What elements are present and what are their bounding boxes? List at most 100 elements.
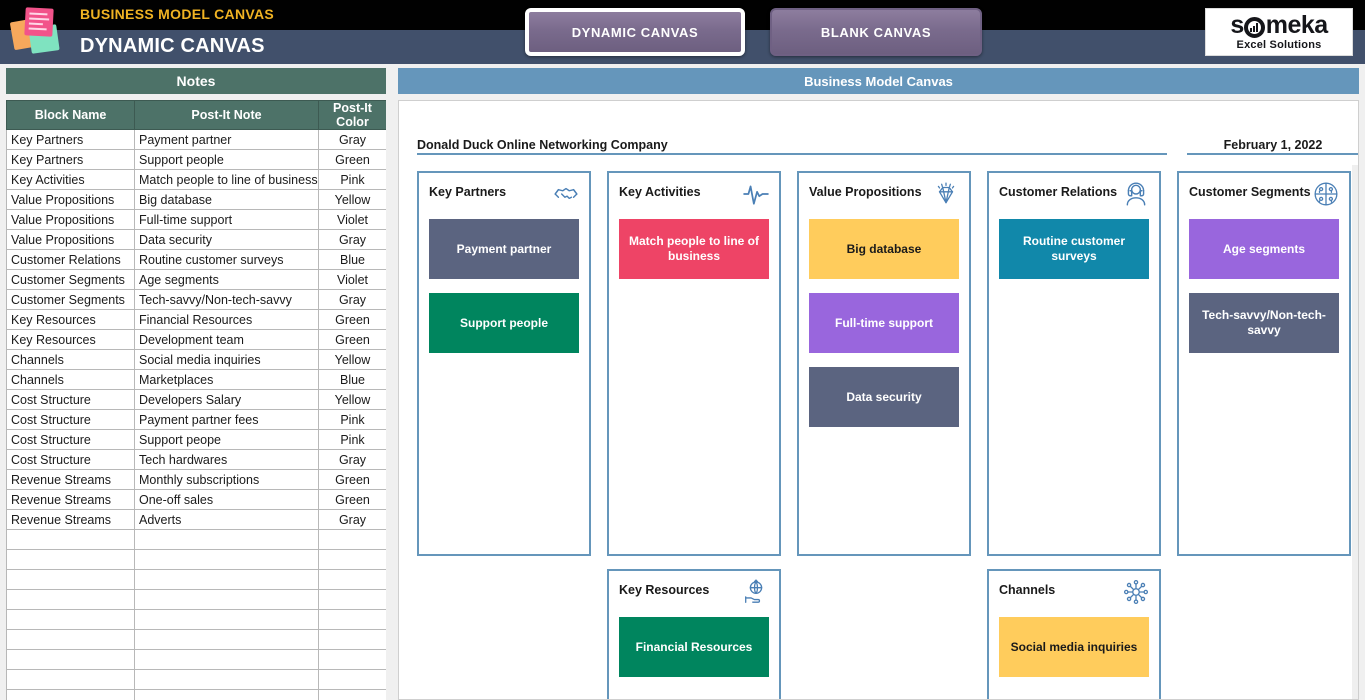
post-it-note[interactable]: Payment partner bbox=[429, 219, 579, 279]
cell-block-name[interactable]: Value Propositions bbox=[6, 189, 135, 210]
cell-post-it-note[interactable] bbox=[134, 549, 319, 570]
cell-post-it-color[interactable] bbox=[318, 549, 386, 570]
table-row[interactable] bbox=[6, 669, 386, 690]
company-name-field[interactable]: Donald Duck Online Networking Company bbox=[417, 133, 1167, 155]
table-row[interactable] bbox=[6, 549, 386, 570]
cell-post-it-note[interactable]: Support people bbox=[134, 149, 319, 170]
table-row[interactable]: Key Resources Financial Resources Green bbox=[6, 309, 386, 330]
post-it-note[interactable]: Financial Resources bbox=[619, 617, 769, 677]
post-it-note[interactable]: Big database bbox=[809, 219, 959, 279]
cell-post-it-color[interactable] bbox=[318, 529, 386, 550]
table-row[interactable]: Cost Structure Developers Salary Yellow bbox=[6, 389, 386, 410]
table-row[interactable] bbox=[6, 689, 386, 700]
cell-post-it-color[interactable]: Green bbox=[318, 469, 386, 490]
table-row[interactable]: Channels Marketplaces Blue bbox=[6, 369, 386, 390]
table-row[interactable]: Value Propositions Full-time support Viole… bbox=[6, 209, 386, 230]
cell-post-it-color[interactable] bbox=[318, 589, 386, 610]
table-row[interactable]: Key Partners Support people Green bbox=[6, 149, 386, 170]
cell-block-name[interactable] bbox=[6, 669, 135, 690]
cell-post-it-color[interactable]: Pink bbox=[318, 429, 386, 450]
cell-post-it-note[interactable]: Developers Salary bbox=[134, 389, 319, 410]
cell-post-it-color[interactable]: Pink bbox=[318, 169, 386, 190]
cell-post-it-color[interactable]: Gray bbox=[318, 449, 386, 470]
cell-post-it-note[interactable] bbox=[134, 589, 319, 610]
canvas-date-field[interactable]: February 1, 2022 bbox=[1187, 133, 1358, 155]
cell-post-it-color[interactable] bbox=[318, 629, 386, 650]
cell-post-it-color[interactable]: Yellow bbox=[318, 189, 386, 210]
cell-block-name[interactable]: Customer Segments bbox=[6, 289, 135, 310]
post-it-note[interactable]: Age segments bbox=[1189, 219, 1339, 279]
table-row[interactable]: Key Partners Payment partner Gray bbox=[6, 129, 386, 150]
cell-block-name[interactable]: Revenue Streams bbox=[6, 469, 135, 490]
cell-block-name[interactable]: Cost Structure bbox=[6, 409, 135, 430]
cell-block-name[interactable]: Value Propositions bbox=[6, 229, 135, 250]
cell-post-it-note[interactable]: Adverts bbox=[134, 509, 319, 530]
table-row[interactable] bbox=[6, 629, 386, 650]
cell-block-name[interactable] bbox=[6, 609, 135, 630]
cell-post-it-color[interactable]: Green bbox=[318, 489, 386, 510]
cell-post-it-note[interactable] bbox=[134, 669, 319, 690]
cell-block-name[interactable]: Cost Structure bbox=[6, 449, 135, 470]
table-row[interactable]: Revenue Streams One-off sales Green bbox=[6, 489, 386, 510]
post-it-note[interactable]: Social media inquiries bbox=[999, 617, 1149, 677]
cell-block-name[interactable]: Key Resources bbox=[6, 309, 135, 330]
cell-block-name[interactable] bbox=[6, 689, 135, 700]
cell-block-name[interactable]: Key Resources bbox=[6, 329, 135, 350]
cell-post-it-note[interactable]: Support peope bbox=[134, 429, 319, 450]
table-row[interactable]: Key Resources Development team Green bbox=[6, 329, 386, 350]
table-row[interactable]: Revenue Streams Adverts Gray bbox=[6, 509, 386, 530]
cell-block-name[interactable]: Key Partners bbox=[6, 129, 135, 150]
cell-block-name[interactable]: Revenue Streams bbox=[6, 489, 135, 510]
cell-post-it-color[interactable]: Green bbox=[318, 149, 386, 170]
table-row[interactable]: Customer Segments Tech-savvy/Non-tech-sav… bbox=[6, 289, 386, 310]
cell-post-it-color[interactable]: Gray bbox=[318, 509, 386, 530]
table-row[interactable] bbox=[6, 589, 386, 610]
cell-post-it-note[interactable]: Age segments bbox=[134, 269, 319, 290]
cell-post-it-note[interactable]: Match people to line of business bbox=[134, 169, 319, 190]
cell-post-it-note[interactable]: Routine customer surveys bbox=[134, 249, 319, 270]
cell-block-name[interactable] bbox=[6, 649, 135, 670]
cell-post-it-note[interactable]: Data security bbox=[134, 229, 319, 250]
cell-post-it-note[interactable]: Tech-savvy/Non-tech-savvy bbox=[134, 289, 319, 310]
cell-post-it-color[interactable]: Violet bbox=[318, 269, 386, 290]
table-row[interactable] bbox=[6, 569, 386, 590]
tab-blank-canvas[interactable]: BLANK CANVAS bbox=[770, 8, 982, 56]
cell-post-it-note[interactable]: Marketplaces bbox=[134, 369, 319, 390]
table-row[interactable]: Revenue Streams Monthly subscriptions Gree… bbox=[6, 469, 386, 490]
post-it-note[interactable]: Routine customer surveys bbox=[999, 219, 1149, 279]
cell-post-it-note[interactable]: Financial Resources bbox=[134, 309, 319, 330]
post-it-note[interactable]: Full-time support bbox=[809, 293, 959, 353]
cell-block-name[interactable]: Channels bbox=[6, 349, 135, 370]
cell-block-name[interactable]: Value Propositions bbox=[6, 209, 135, 230]
cell-post-it-color[interactable] bbox=[318, 669, 386, 690]
cell-block-name[interactable]: Key Partners bbox=[6, 149, 135, 170]
cell-block-name[interactable]: Channels bbox=[6, 369, 135, 390]
table-row[interactable]: Value Propositions Data security Gray bbox=[6, 229, 386, 250]
canvas-scrollbar[interactable] bbox=[1352, 165, 1358, 699]
table-row[interactable]: Customer Relations Routine customer surve… bbox=[6, 249, 386, 270]
cell-post-it-note[interactable] bbox=[134, 569, 319, 590]
post-it-note[interactable]: Data security bbox=[809, 367, 959, 427]
cell-post-it-note[interactable]: Big database bbox=[134, 189, 319, 210]
cell-block-name[interactable] bbox=[6, 629, 135, 650]
table-row[interactable]: Cost Structure Support peope Pink bbox=[6, 429, 386, 450]
table-row[interactable]: Key Activities Match people to line of bu… bbox=[6, 169, 386, 190]
post-it-note[interactable]: Tech-savvy/Non-tech-savvy bbox=[1189, 293, 1339, 353]
cell-post-it-note[interactable]: Development team bbox=[134, 329, 319, 350]
cell-post-it-note[interactable]: Full-time support bbox=[134, 209, 319, 230]
cell-post-it-color[interactable]: Violet bbox=[318, 209, 386, 230]
post-it-note[interactable]: Match people to line of business bbox=[619, 219, 769, 279]
table-row[interactable] bbox=[6, 529, 386, 550]
cell-post-it-note[interactable]: Tech hardwares bbox=[134, 449, 319, 470]
table-row[interactable]: Customer Segments Age segments Violet bbox=[6, 269, 386, 290]
cell-post-it-color[interactable] bbox=[318, 689, 386, 700]
cell-post-it-color[interactable]: Green bbox=[318, 329, 386, 350]
cell-block-name[interactable] bbox=[6, 529, 135, 550]
cell-post-it-note[interactable] bbox=[134, 629, 319, 650]
cell-post-it-color[interactable] bbox=[318, 649, 386, 670]
cell-block-name[interactable]: Cost Structure bbox=[6, 389, 135, 410]
cell-post-it-note[interactable]: Payment partner fees bbox=[134, 409, 319, 430]
cell-post-it-color[interactable]: Gray bbox=[318, 129, 386, 150]
cell-block-name[interactable]: Customer Relations bbox=[6, 249, 135, 270]
cell-post-it-note[interactable] bbox=[134, 649, 319, 670]
